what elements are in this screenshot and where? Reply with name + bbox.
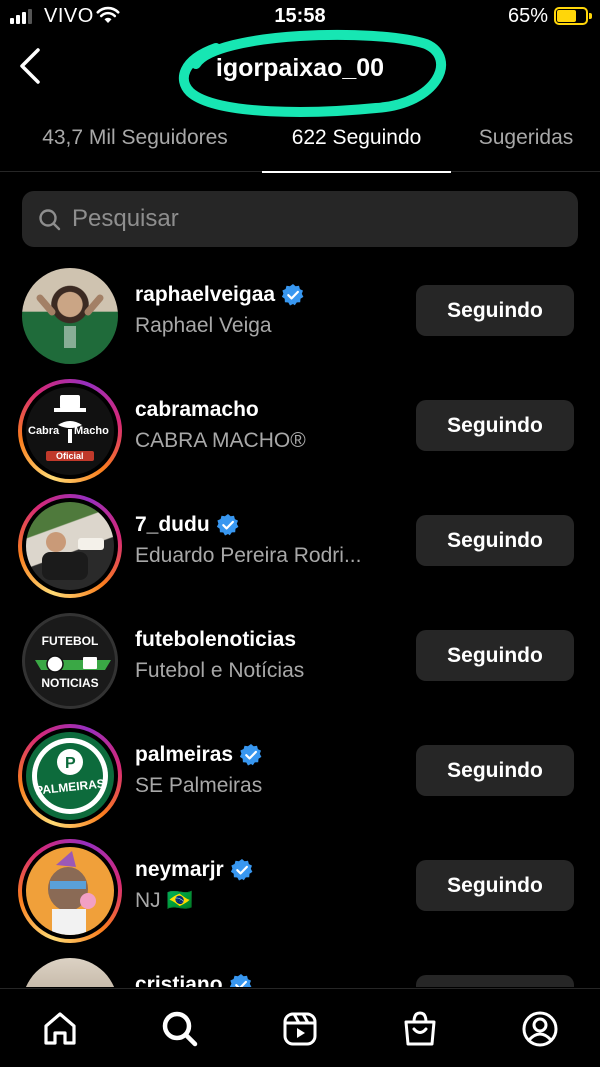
tab-following[interactable]: 622 Seguindo xyxy=(262,118,451,173)
verified-badge-icon xyxy=(239,744,262,766)
account-username[interactable]: neymarjr xyxy=(135,858,224,882)
shop-icon[interactable] xyxy=(400,1009,440,1049)
list-item[interactable]: 7_dudu Eduardo Pereira Rodri... Seguindo xyxy=(0,485,600,600)
avatar-text-futebol: FUTEBOL xyxy=(41,634,99,648)
account-full-name: Eduardo Pereira Rodri... xyxy=(135,544,362,567)
account-full-name: CABRA MACHO® xyxy=(135,429,306,452)
avatar-text-cabra: Cabra xyxy=(28,425,60,437)
verified-badge-icon xyxy=(216,514,239,536)
verified-badge-icon xyxy=(281,284,304,306)
account-full-name: NJ 🇧🇷 xyxy=(135,889,193,912)
tab-suggested[interactable]: Sugeridas xyxy=(465,118,587,172)
verified-badge-icon xyxy=(230,859,253,881)
account-username[interactable]: raphaelveigaa xyxy=(135,283,275,307)
account-full-name: SE Palmeiras xyxy=(135,774,263,797)
search-input[interactable] xyxy=(72,191,562,247)
list-item[interactable]: FUTEBOL NOTICIAS futebolenoticias Futebo… xyxy=(0,600,600,715)
following-button[interactable]: Seguindo xyxy=(416,400,574,451)
following-button[interactable]: Seguindo xyxy=(416,285,574,336)
profile-icon[interactable] xyxy=(520,1009,560,1049)
following-list: raphaelveigaa Raphael Veiga Seguindo Cab… xyxy=(0,255,600,987)
avatar[interactable] xyxy=(18,264,122,368)
account-username[interactable]: 7_dudu xyxy=(135,513,210,537)
list-item[interactable]: cristiano xyxy=(0,945,600,987)
account-username[interactable]: cristiano xyxy=(135,973,223,987)
page-title: igorpaixao_00 xyxy=(215,54,385,82)
account-full-name: Futebol e Notícias xyxy=(135,659,305,682)
avatar-text-macho: Macho xyxy=(74,425,109,437)
account-username[interactable]: cabramacho xyxy=(135,398,259,422)
list-item[interactable]: raphaelveigaa Raphael Veiga Seguindo xyxy=(0,255,600,370)
home-icon[interactable] xyxy=(40,1009,80,1049)
avatar-text-noticias: NOTICIAS xyxy=(41,676,99,690)
battery-percentage: 65% xyxy=(507,5,548,27)
avatar[interactable]: FUTEBOL NOTICIAS xyxy=(18,609,122,713)
avatar[interactable]: P PALMEIRAS xyxy=(18,724,122,828)
avatar-text-oficial: Oficial xyxy=(56,451,84,461)
search-bar[interactable] xyxy=(22,191,578,247)
avatar[interactable]: Cabra Macho Oficial xyxy=(18,379,122,483)
avatar[interactable] xyxy=(18,954,122,987)
following-button[interactable]: Seguindo xyxy=(416,515,574,566)
list-item[interactable]: neymarjr NJ 🇧🇷 Seguindo xyxy=(0,830,600,945)
battery-icon xyxy=(554,7,592,25)
following-button[interactable]: Seguindo xyxy=(416,630,574,681)
account-username[interactable]: palmeiras xyxy=(135,743,233,767)
avatar[interactable] xyxy=(18,494,122,598)
tab-followers[interactable]: 43,7 Mil Seguidores xyxy=(22,118,248,172)
following-button[interactable] xyxy=(416,975,574,987)
svg-text:P: P xyxy=(65,755,76,772)
search-icon xyxy=(39,209,61,231)
list-item[interactable]: P PALMEIRAS palmeiras SE Palmeiras Segui… xyxy=(0,715,600,830)
back-chevron-icon[interactable] xyxy=(14,44,50,88)
search-nav-icon[interactable] xyxy=(160,1009,200,1049)
list-item[interactable]: Cabra Macho Oficial cabramacho CABRA MAC… xyxy=(0,370,600,485)
bottom-navigation xyxy=(0,988,600,1067)
reels-icon[interactable] xyxy=(280,1009,320,1049)
account-full-name: Raphael Veiga xyxy=(135,314,272,337)
avatar[interactable] xyxy=(18,839,122,943)
following-button[interactable]: Seguindo xyxy=(416,860,574,911)
account-username[interactable]: futebolenoticias xyxy=(135,628,296,652)
follow-tabs: 43,7 Mil Seguidores 622 Seguindo Sugerid… xyxy=(0,118,600,173)
verified-badge-icon xyxy=(229,974,251,987)
following-button[interactable]: Seguindo xyxy=(416,745,574,796)
